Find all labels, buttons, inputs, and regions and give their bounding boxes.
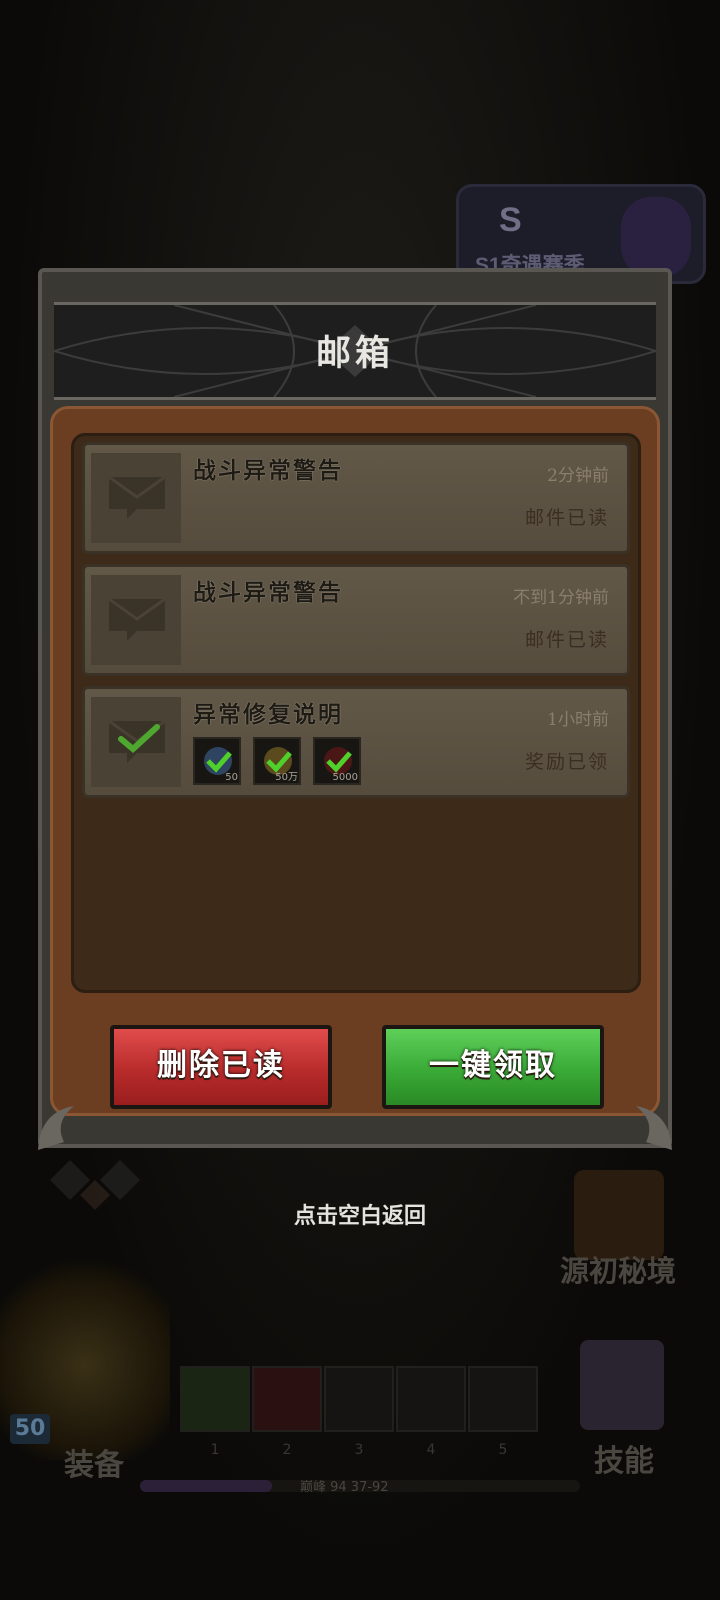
reward-item[interactable]: 50 bbox=[193, 737, 241, 785]
skill-label: 技能 bbox=[594, 1444, 654, 1479]
equip-label: 装备 bbox=[64, 1448, 124, 1483]
claim-all-button[interactable]: 一键领取 bbox=[382, 1025, 604, 1109]
reward-item[interactable]: 5000 bbox=[313, 737, 361, 785]
envelope-check-icon bbox=[108, 719, 166, 763]
mail-status: 邮件已读 bbox=[524, 629, 609, 651]
delete-read-button[interactable]: 删除已读 bbox=[110, 1025, 332, 1109]
slot-number: 3 bbox=[354, 1442, 364, 1458]
exp-bar-fill bbox=[140, 1480, 272, 1492]
mail-item[interactable]: 战斗异常警告 2分钟前 邮件已读 bbox=[82, 442, 630, 554]
slot-number: 4 bbox=[426, 1442, 436, 1458]
envelope-icon bbox=[108, 475, 166, 519]
mail-item[interactable]: 战斗异常警告 不到1分钟前 邮件已读 bbox=[82, 564, 630, 676]
mail-title: 战斗异常警告 bbox=[193, 579, 343, 606]
slot-number: 1 bbox=[210, 1442, 220, 1458]
slot-number: 2 bbox=[282, 1442, 292, 1458]
level-badge: 50 bbox=[10, 1414, 50, 1444]
skill-slot bbox=[252, 1366, 322, 1432]
mail-icon-box bbox=[91, 453, 181, 543]
check-icon bbox=[206, 751, 232, 773]
reward-qty: 5000 bbox=[332, 772, 358, 783]
skill-slot bbox=[324, 1366, 394, 1432]
mail-status: 奖励已领 bbox=[524, 751, 609, 773]
dialog-body: 战斗异常警告 2分钟前 邮件已读 战斗异常警告 不到1分钟前 邮件已读 异常修复… bbox=[50, 406, 660, 1116]
corner-ornament-icon bbox=[636, 1106, 672, 1150]
mail-icon-box bbox=[91, 575, 181, 665]
corner-ornament-icon bbox=[38, 1106, 74, 1150]
skill-slot bbox=[468, 1366, 538, 1432]
reward-row: 50 50万 5000 bbox=[193, 737, 361, 785]
check-icon bbox=[326, 751, 352, 773]
tap-to-return-hint: 点击空白返回 bbox=[293, 1204, 426, 1229]
secret-realm-label: 源初秘境 bbox=[560, 1254, 677, 1288]
mail-list[interactable]: 战斗异常警告 2分钟前 邮件已读 战斗异常警告 不到1分钟前 邮件已读 异常修复… bbox=[71, 433, 641, 993]
mail-item[interactable]: 异常修复说明 1小时前 奖励已领 50 50万 5000 bbox=[82, 686, 630, 798]
slot-number: 5 bbox=[498, 1442, 508, 1458]
season-hero-icon bbox=[621, 197, 691, 277]
mailbox-dialog: 邮箱 战斗异常警告 2分钟前 邮件已读 战斗异常警告 不到1分钟前 邮件已读 异… bbox=[38, 268, 672, 1150]
mail-time: 1小时前 bbox=[547, 710, 609, 730]
skill-slot-numbers: 1 2 3 4 5 bbox=[180, 1442, 546, 1458]
reward-item[interactable]: 50万 bbox=[253, 737, 301, 785]
dialog-title: 邮箱 bbox=[315, 334, 394, 374]
skill-slot bbox=[180, 1366, 250, 1432]
skill-slot-bar bbox=[180, 1366, 546, 1432]
mail-icon-box bbox=[91, 697, 181, 787]
dialog-header: 邮箱 bbox=[54, 302, 656, 400]
skill-book-icon bbox=[580, 1340, 664, 1430]
mail-status: 邮件已读 bbox=[524, 507, 609, 529]
mail-time: 不到1分钟前 bbox=[513, 588, 609, 608]
mail-time: 2分钟前 bbox=[547, 466, 609, 486]
reward-qty: 50 bbox=[225, 772, 238, 783]
reward-qty: 50万 bbox=[275, 772, 298, 783]
mail-title: 战斗异常警告 bbox=[193, 457, 343, 484]
mail-title: 异常修复说明 bbox=[193, 701, 343, 728]
season-logo-icon: S bbox=[499, 201, 522, 239]
exp-text: 巅峰 94 37-92 bbox=[300, 1480, 389, 1495]
skill-slot bbox=[396, 1366, 466, 1432]
envelope-icon bbox=[108, 597, 166, 641]
